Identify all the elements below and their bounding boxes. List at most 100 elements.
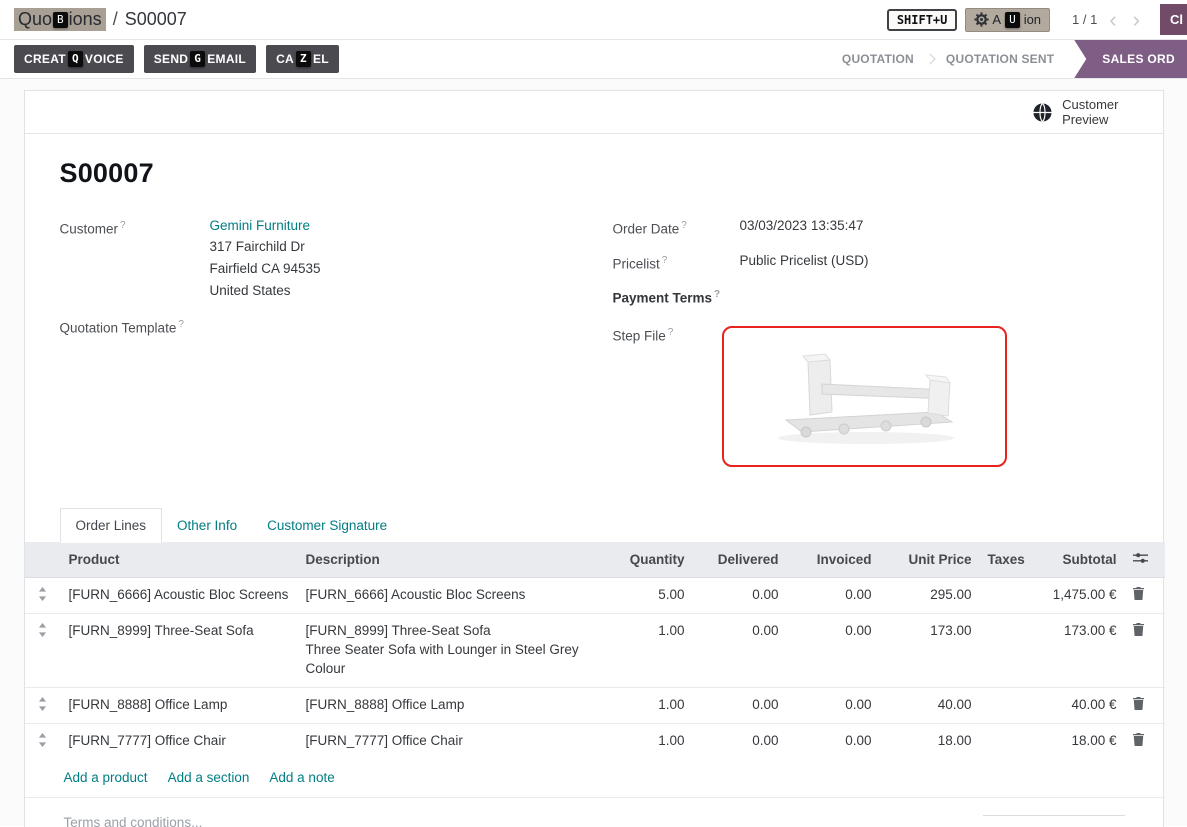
shortcut-badge-b: B [53,12,68,28]
add-a-note-link[interactable]: Add a note [269,770,334,785]
field-column-right: Order Date? 03/03/2023 13:35:47 Pricelis… [613,215,1128,476]
optional-columns-icon[interactable] [1133,552,1148,567]
field-column-left: Customer? Gemini Furniture 317 Fairchild… [60,215,613,348]
sheet-top-strip: CustomerPreview [25,91,1163,134]
help-icon: ? [120,220,126,231]
odoo-app-window: QuoBions / S00007 SHIFT+U [0,0,1187,827]
column-header-description: Description [298,542,603,578]
status-step-quotation[interactable]: QUOTATION [828,40,928,78]
order-line-row[interactable]: [FURN_7777] Office Chair [FURN_7777] Off… [25,723,1165,759]
line-product[interactable]: [FURN_7777] Office Chair [61,723,298,759]
add-a-product-link[interactable]: Add a product [64,770,148,785]
line-quantity[interactable]: 1.00 [603,613,693,687]
main-content: CustomerPreview S00007 Customer? Gemini … [0,79,1187,826]
drag-handle-icon[interactable] [38,625,47,640]
column-header-invoiced: Invoiced [787,542,880,578]
payment-terms-field[interactable]: Payment Terms? [613,284,1128,309]
quotation-template-field[interactable]: Quotation Template? [60,314,613,339]
drag-handle-icon[interactable] [38,699,47,714]
line-taxes[interactable] [980,687,1030,723]
status-step-quotation-sent[interactable]: QUOTATION SENT [932,40,1068,78]
line-product[interactable]: [FURN_8999] Three-Seat Sofa [61,613,298,687]
field-grid: Customer? Gemini Furniture 317 Fairchild… [60,215,1128,476]
pricelist-field-value[interactable]: Public Pricelist (USD) [740,250,869,271]
add-a-section-link[interactable]: Add a section [168,770,250,785]
order-date-field-value[interactable]: 03/03/2023 13:35:47 [740,215,864,236]
line-description[interactable]: [FURN_8888] Office Lamp [298,687,603,723]
globe-icon [1032,102,1053,123]
cancel-button[interactable]: CAZEL [266,45,339,73]
order-line-row[interactable]: [FURN_8888] Office Lamp [FURN_8888] Offi… [25,687,1165,723]
pager-previous-button[interactable]: ‹ [1105,10,1120,30]
drag-handle-icon[interactable] [38,735,47,750]
terms-and-conditions-placeholder[interactable]: Terms and conditions... [64,815,203,827]
send-email-label-post: EMAIL [207,52,246,66]
line-delivered[interactable]: 0.00 [693,577,787,613]
optional-columns-header [1125,542,1165,578]
control-bar: CREATQVOICE SENDGEMAIL CAZEL QUOTATION Q… [0,40,1187,79]
line-unit-price[interactable]: 295.00 [880,577,980,613]
line-quantity[interactable]: 1.00 [603,723,693,759]
column-header-product: Product [61,542,298,578]
trash-icon[interactable] [1133,697,1144,713]
line-taxes[interactable] [980,577,1030,613]
line-unit-price[interactable]: 18.00 [880,723,980,759]
pager-next-button[interactable]: › [1129,10,1144,30]
totals-block: Total: 1,706.00 € [983,815,1125,827]
drag-handle-icon[interactable] [38,589,47,604]
line-description[interactable]: [FURN_6666] Acoustic Bloc Screens [298,577,603,613]
line-invoiced[interactable]: 0.00 [787,613,880,687]
line-invoiced[interactable]: 0.00 [787,723,880,759]
status-step-sales-order-active[interactable]: SALES ORD [1074,40,1187,78]
order-line-row[interactable]: [FURN_6666] Acoustic Bloc Screens [FURN_… [25,577,1165,613]
tab-order-lines[interactable]: Order Lines [60,508,163,543]
line-delivered[interactable]: 0.00 [693,723,787,759]
order-lines-footer-links: Add a product Add a section Add a note [25,759,1163,798]
help-icon: ? [681,220,687,231]
trash-icon[interactable] [1133,733,1144,749]
trash-icon[interactable] [1133,623,1144,639]
step-file-field: Step File? [613,322,1128,467]
close-button[interactable]: Cl [1160,4,1187,35]
line-invoiced[interactable]: 0.00 [787,577,880,613]
step-file-3d-preview [744,342,984,450]
line-delivered[interactable]: 0.00 [693,687,787,723]
customer-address-line3: United States [210,280,321,302]
order-lines-table: Product Description Quantity Delivered I… [25,542,1165,759]
order-line-row[interactable]: [FURN_8999] Three-Seat Sofa [FURN_8999] … [25,613,1165,687]
customer-link[interactable]: Gemini Furniture [210,218,311,233]
line-quantity[interactable]: 5.00 [603,577,693,613]
customer-field-label: Customer? [60,215,210,240]
line-taxes[interactable] [980,613,1030,687]
notebook-tabs: Order Lines Other Info Customer Signatur… [60,507,1128,542]
line-subtotal: 18.00 € [1030,723,1125,759]
line-description[interactable]: [FURN_7777] Office Chair [298,723,603,759]
breadcrumb-separator: / [113,9,118,30]
line-taxes[interactable] [980,723,1030,759]
tab-other-info[interactable]: Other Info [162,509,252,542]
send-email-button[interactable]: SENDGEMAIL [144,45,256,73]
breadcrumb-quotations-link[interactable]: QuoBions [14,8,106,31]
sheet-body: S00007 Customer? Gemini Furniture 317 Fa… [25,134,1163,542]
customer-preview-button[interactable]: CustomerPreview [1026,96,1124,128]
line-product[interactable]: [FURN_8888] Office Lamp [61,687,298,723]
action-label-post: ion [1024,12,1041,27]
create-invoice-label-post: VOICE [85,52,124,66]
trash-icon[interactable] [1133,587,1144,603]
line-quantity[interactable]: 1.00 [603,687,693,723]
gear-icon [974,12,989,27]
line-product[interactable]: [FURN_6666] Acoustic Bloc Screens [61,577,298,613]
create-invoice-label-pre: CREAT [24,52,66,66]
action-menu-button[interactable]: AUion [965,8,1050,32]
line-description[interactable]: [FURN_8999] Three-Seat SofaThree Seater … [298,613,603,687]
customer-preview-label: CustomerPreview [1062,97,1118,127]
line-delivered[interactable]: 0.00 [693,613,787,687]
tab-customer-signature[interactable]: Customer Signature [252,509,402,542]
line-subtotal: 173.00 € [1030,613,1125,687]
create-invoice-button[interactable]: CREATQVOICE [14,45,134,73]
line-unit-price[interactable]: 173.00 [880,613,980,687]
line-invoiced[interactable]: 0.00 [787,687,880,723]
line-unit-price[interactable]: 40.00 [880,687,980,723]
step-file-image[interactable] [722,326,1007,467]
help-icon: ? [178,319,184,330]
